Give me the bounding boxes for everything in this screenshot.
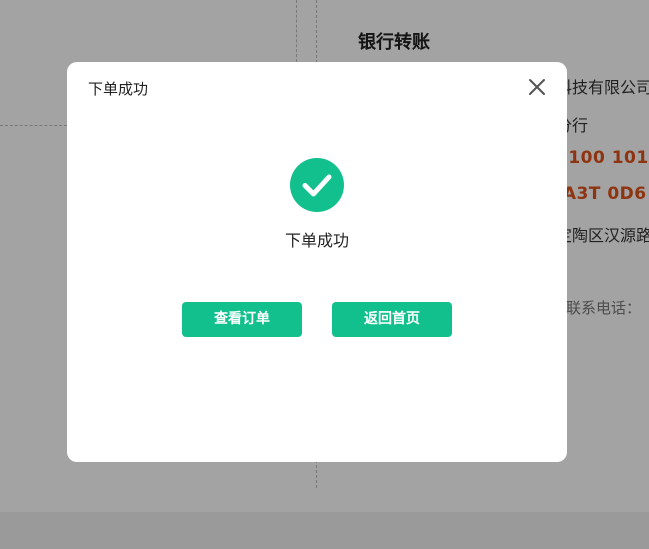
close-icon[interactable] bbox=[525, 75, 549, 99]
dialog-title: 下单成功 bbox=[88, 80, 149, 98]
back-home-button[interactable]: 返回首页 bbox=[332, 302, 452, 337]
check-circle-icon bbox=[290, 158, 344, 212]
view-orders-button[interactable]: 查看订单 bbox=[182, 302, 302, 337]
success-message: 下单成功 bbox=[284, 231, 349, 250]
order-success-dialog: 下单成功 下单成功 查看订单 返回首页 bbox=[67, 62, 567, 462]
